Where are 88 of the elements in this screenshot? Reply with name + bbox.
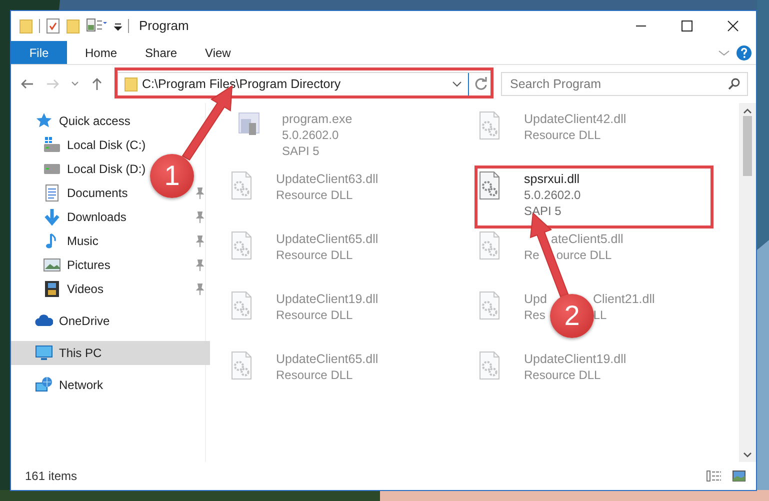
large-icons-view-button[interactable] [730, 470, 748, 482]
pin-icon[interactable] [194, 235, 204, 247]
expand-ribbon-icon[interactable] [718, 48, 730, 58]
pin-icon[interactable] [194, 187, 204, 199]
file-detail: Resource DLL [276, 307, 354, 323]
gear-file-icon [478, 351, 502, 381]
file-detail: SAPI 5 [524, 203, 562, 219]
file-name: program.exe [282, 111, 352, 127]
pin-icon[interactable] [194, 259, 204, 271]
nav-item[interactable]: Network [11, 373, 110, 397]
drive-icon [43, 136, 61, 154]
chevron-down-icon [71, 81, 79, 87]
scroll-thumb[interactable] [743, 116, 752, 176]
file-detail: Resource DLL [524, 127, 602, 143]
help-icon[interactable] [736, 44, 752, 60]
document-icon [43, 184, 61, 202]
nav-item[interactable]: Local Disk (C:) [11, 133, 152, 157]
search-icon[interactable] [728, 78, 740, 90]
window-title: Program [139, 17, 189, 36]
nav-item[interactable]: Videos [11, 277, 110, 301]
file-detail: Resource DLL [276, 187, 354, 203]
back-icon [20, 77, 34, 91]
ribbon-tab[interactable]: Home [71, 41, 132, 64]
star-icon [35, 112, 53, 130]
ribbon-tab[interactable]: View [191, 41, 245, 64]
ribbon-tab[interactable]: Share [131, 41, 192, 64]
gear-file-icon [230, 231, 254, 261]
chevron-down-icon[interactable] [452, 81, 462, 87]
refresh-icon [474, 77, 488, 91]
file-name: Upd [524, 291, 547, 307]
nav-item[interactable]: Documents [11, 181, 134, 205]
gear-file-icon [478, 231, 502, 261]
nav-item[interactable]: Pictures [11, 253, 116, 277]
nav-item[interactable]: Quick access [11, 109, 136, 133]
gear-file-icon [478, 111, 502, 141]
forward-icon [46, 77, 60, 91]
pin-icon[interactable] [194, 283, 204, 295]
nav-item[interactable]: Local Disk (D:) [11, 157, 152, 181]
file-name: UpdateClient19.dll [524, 351, 626, 367]
large-icons-view-icon [732, 470, 746, 482]
file-detail: Resource DLL [276, 247, 354, 263]
globe-icon [35, 376, 53, 394]
file-name: UpdateClient65.dll [276, 351, 378, 367]
monitor-icon [35, 344, 53, 362]
file-name: Client21.dll [592, 291, 655, 307]
item-count: 161 items [25, 468, 78, 485]
gear-file-icon [478, 291, 502, 321]
scroll-down-icon [743, 452, 752, 458]
checklist-icon[interactable] [46, 18, 60, 34]
scroll-up-icon [743, 108, 752, 114]
nav-item[interactable]: Music [11, 229, 104, 253]
file-detail: Resource DLL [276, 367, 354, 383]
properties-icon[interactable] [86, 18, 108, 34]
file-tab[interactable]: File [11, 41, 67, 64]
gear-file-icon [230, 291, 254, 321]
up-icon [90, 77, 104, 91]
file-name: ateClient5.dll [551, 231, 624, 247]
search-field[interactable]: Search Program [501, 72, 748, 96]
file-detail: Resource DLL [524, 367, 602, 383]
details-view-button[interactable] [704, 470, 724, 482]
pin-icon[interactable] [194, 211, 204, 223]
file-detail: 5.0.2602.0 [524, 187, 581, 203]
nav-item[interactable]: Downloads [11, 205, 132, 229]
maximize-icon [681, 20, 693, 32]
folder-icon [124, 76, 138, 92]
nav-item[interactable]: OneDrive [11, 309, 116, 333]
file-detail: Re [524, 247, 540, 263]
picture-icon [43, 256, 61, 274]
file-detail: ource DLL [556, 247, 612, 263]
file-detail: Res [524, 307, 546, 323]
file-name: UpdateClient42.dll [524, 111, 626, 127]
file-name: spsrxui.dll [524, 171, 581, 187]
customize-toolbar-icon[interactable] [114, 21, 122, 31]
file-detail: LL [593, 307, 607, 323]
gear-file-icon [478, 171, 502, 201]
download-arrow-icon [43, 208, 61, 226]
details-view-icon [706, 470, 722, 482]
film-icon [43, 280, 61, 298]
gear-file-icon [230, 351, 254, 381]
file-name: UpdateClient19.dll [276, 291, 378, 307]
file-detail: SAPI 5 [282, 143, 320, 159]
file-name: UpdateClient65.dll [276, 231, 378, 247]
scrollbar[interactable] [739, 103, 756, 462]
gear-file-icon [230, 171, 254, 201]
nav-item[interactable]: This PC [11, 341, 210, 365]
file-detail: 5.0.2602.0 [282, 127, 340, 143]
file-name: UpdateClient63.dll [276, 171, 378, 187]
close-icon [727, 20, 739, 32]
